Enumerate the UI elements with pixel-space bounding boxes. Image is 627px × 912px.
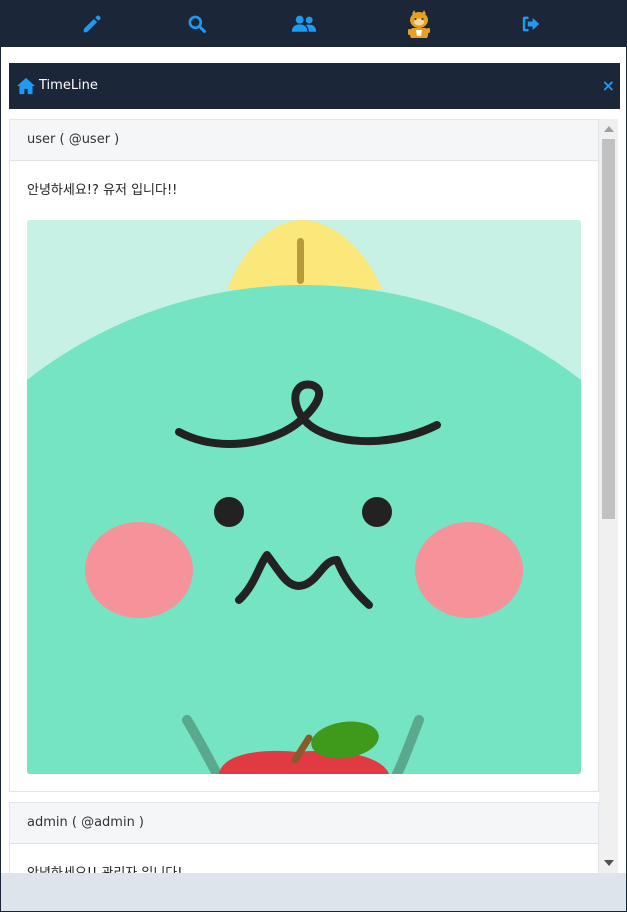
post-card: admin ( @admin ) 안녕하세요!! 관리자 입니다! bbox=[9, 802, 599, 873]
nav-logout-button[interactable] bbox=[501, 1, 561, 47]
post-author[interactable]: user ( @user ) bbox=[10, 120, 598, 161]
timeline-scrollbar[interactable] bbox=[599, 119, 618, 873]
nav-profile-button[interactable] bbox=[389, 1, 449, 47]
post-text: 안녕하세요!! 관리자 입니다! bbox=[10, 844, 598, 873]
nav-write-button[interactable] bbox=[62, 1, 122, 47]
post-card: user ( @user ) 안녕하세요!? 유저 입니다!! bbox=[9, 119, 599, 792]
search-icon bbox=[188, 15, 206, 33]
users-icon bbox=[291, 15, 317, 32]
app-frame: TimeLine × user ( @user ) 안녕하세요!? 유저 입니다… bbox=[0, 0, 627, 912]
nav-search-button[interactable] bbox=[167, 1, 227, 47]
scroll-down-arrow-icon[interactable] bbox=[604, 860, 614, 866]
panel-title: TimeLine bbox=[39, 78, 98, 93]
timeline-list[interactable]: user ( @user ) 안녕하세요!? 유저 입니다!! admin (… bbox=[9, 119, 599, 873]
top-nav bbox=[1, 1, 626, 47]
bottom-strip bbox=[1, 873, 626, 911]
sign-out-icon bbox=[522, 16, 540, 32]
character-illustration bbox=[27, 220, 581, 774]
avatar-icon bbox=[408, 10, 430, 38]
scroll-up-arrow-icon[interactable] bbox=[604, 126, 614, 132]
pencil-icon bbox=[83, 15, 101, 33]
timeline-header: TimeLine × bbox=[9, 63, 620, 109]
post-image[interactable] bbox=[27, 220, 581, 774]
nav-users-button[interactable] bbox=[274, 1, 334, 47]
post-text: 안녕하세요!? 유저 입니다!! bbox=[27, 183, 178, 198]
post-author[interactable]: admin ( @admin ) bbox=[10, 803, 598, 844]
home-icon bbox=[17, 77, 35, 95]
scroll-thumb[interactable] bbox=[602, 139, 615, 519]
close-button[interactable]: × bbox=[602, 63, 615, 109]
